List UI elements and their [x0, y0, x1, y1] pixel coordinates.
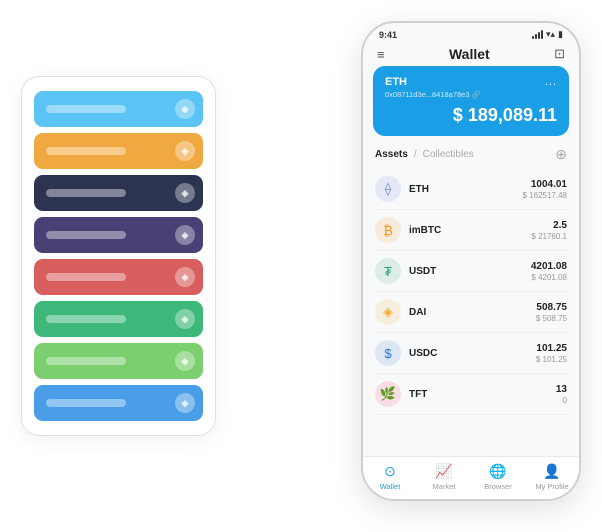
tab-assets[interactable]: Assets: [375, 149, 408, 160]
card-dot-icon: ◈: [175, 309, 195, 329]
wallet-eth-label: ETH: [385, 76, 407, 88]
asset-amounts: 101.25$ 101.25: [536, 343, 567, 364]
card-label-bar: [46, 105, 126, 113]
wallet-card: ETH ... 0x08711d3e...8418a78e3 🔗 $ 189,0…: [373, 66, 569, 136]
bottom-nav-label-3: My Profile: [535, 482, 568, 491]
asset-qty: 2.5: [531, 220, 567, 231]
bottom-nav-item-my-profile[interactable]: 👤 My Profile: [525, 463, 579, 491]
card-dot-icon: ◈: [175, 225, 195, 245]
nav-title: Wallet: [449, 46, 490, 62]
card-item-0[interactable]: ◈: [34, 91, 203, 127]
card-dot-icon: ◈: [175, 267, 195, 287]
asset-name-dai: DAI: [409, 307, 536, 318]
asset-icon-usdc: $: [375, 340, 401, 366]
card-item-3[interactable]: ◈: [34, 217, 203, 253]
phone-frame: 9:41 ▾▴ ▮ ≡ Wallet ⊡ ETH ...: [361, 21, 581, 501]
asset-icon-tft: 🌿: [375, 381, 401, 407]
asset-amounts: 4201.08$ 4201.08: [531, 261, 567, 282]
asset-name-imbtc: imBTC: [409, 225, 531, 236]
card-dot-icon: ◈: [175, 393, 195, 413]
asset-usd: $ 101.25: [536, 355, 567, 364]
battery-icon: ▮: [558, 29, 563, 40]
wallet-balance: $ 189,089.11: [385, 105, 557, 126]
card-dot-icon: ◈: [175, 141, 195, 161]
asset-name-eth: ETH: [409, 184, 523, 195]
asset-name-usdt: USDT: [409, 266, 531, 277]
card-dot-icon: ◈: [175, 351, 195, 371]
assets-tabs: Assets / Collectibles: [375, 149, 474, 160]
bottom-nav-icon-1: 📈: [435, 463, 452, 480]
card-item-6[interactable]: ◈: [34, 343, 203, 379]
nav-bar: ≡ Wallet ⊡: [363, 42, 579, 66]
bottom-nav-item-market[interactable]: 📈 Market: [417, 463, 471, 491]
asset-row[interactable]: $ USDC101.25$ 101.25: [373, 333, 569, 374]
bottom-nav-item-wallet[interactable]: ⊙ Wallet: [363, 463, 417, 491]
card-label-bar: [46, 147, 126, 155]
asset-icon-eth: ⟠: [375, 176, 401, 202]
tab-collectibles[interactable]: Collectibles: [423, 149, 474, 160]
bottom-nav-label-2: Browser: [484, 482, 512, 491]
asset-row[interactable]: ₿ imBTC2.5$ 21760.1: [373, 210, 569, 251]
bottom-nav-icon-3: 👤: [543, 463, 560, 480]
tab-divider: /: [414, 149, 417, 160]
bottom-nav-icon-2: 🌐: [489, 463, 506, 480]
asset-usd: $ 508.75: [536, 314, 567, 323]
asset-row[interactable]: ₮ USDT4201.08$ 4201.08: [373, 251, 569, 292]
asset-usd: $ 4201.08: [531, 273, 567, 282]
add-asset-button[interactable]: ⊕: [555, 146, 567, 163]
asset-amounts: 508.75$ 508.75: [536, 302, 567, 323]
status-icons: ▾▴ ▮: [532, 29, 563, 40]
card-item-5[interactable]: ◈: [34, 301, 203, 337]
card-item-1[interactable]: ◈: [34, 133, 203, 169]
asset-usd: $ 21760.1: [531, 232, 567, 241]
card-label-bar: [46, 273, 126, 281]
asset-usd: 0: [556, 396, 567, 405]
asset-qty: 4201.08: [531, 261, 567, 272]
card-label-bar: [46, 315, 126, 323]
status-bar: 9:41 ▾▴ ▮: [363, 23, 579, 42]
asset-icon-imbtc: ₿: [375, 217, 401, 243]
card-label-bar: [46, 231, 126, 239]
asset-qty: 101.25: [536, 343, 567, 354]
asset-list: ⟠ ETH1004.01$ 162517.48 ₿ imBTC2.5$ 21760.1…: [363, 169, 579, 456]
bottom-nav: ⊙ Wallet 📈 Market 🌐 Browser 👤 My Profile: [363, 456, 579, 499]
bottom-nav-label-0: Wallet: [380, 482, 401, 491]
status-time: 9:41: [379, 30, 397, 40]
assets-header: Assets / Collectibles ⊕: [363, 144, 579, 169]
asset-amounts: 2.5$ 21760.1: [531, 220, 567, 241]
signal-bars-icon: [532, 30, 543, 39]
asset-qty: 508.75: [536, 302, 567, 313]
asset-icon-usdt: ₮: [375, 258, 401, 284]
scene: ◈ ◈ ◈ ◈ ◈ ◈ ◈ ◈ 9:41 ▾▴ ▮ ≡ Wallet ⊡: [21, 21, 581, 511]
scan-icon[interactable]: ⊡: [554, 46, 565, 62]
bottom-nav-label-1: Market: [433, 482, 456, 491]
card-label-bar: [46, 357, 126, 365]
asset-qty: 13: [556, 384, 567, 395]
wifi-icon: ▾▴: [546, 29, 555, 40]
asset-name-usdc: USDC: [409, 348, 536, 359]
card-item-4[interactable]: ◈: [34, 259, 203, 295]
wallet-more-icon[interactable]: ...: [545, 76, 557, 88]
card-stack: ◈ ◈ ◈ ◈ ◈ ◈ ◈ ◈: [21, 76, 216, 436]
asset-amounts: 130: [556, 384, 567, 405]
card-dot-icon: ◈: [175, 183, 195, 203]
card-label-bar: [46, 399, 126, 407]
asset-row[interactable]: ◈ DAI508.75$ 508.75: [373, 292, 569, 333]
bottom-nav-icon-0: ⊙: [384, 463, 396, 480]
asset-name-tft: TFT: [409, 389, 556, 400]
asset-icon-dai: ◈: [375, 299, 401, 325]
asset-row[interactable]: 🌿 TFT130: [373, 374, 569, 415]
menu-icon[interactable]: ≡: [377, 47, 385, 62]
asset-amounts: 1004.01$ 162517.48: [523, 179, 568, 200]
asset-usd: $ 162517.48: [523, 191, 568, 200]
card-label-bar: [46, 189, 126, 197]
wallet-address: 0x08711d3e...8418a78e3 🔗: [385, 90, 557, 99]
asset-row[interactable]: ⟠ ETH1004.01$ 162517.48: [373, 169, 569, 210]
card-dot-icon: ◈: [175, 99, 195, 119]
card-item-7[interactable]: ◈: [34, 385, 203, 421]
asset-qty: 1004.01: [523, 179, 568, 190]
card-item-2[interactable]: ◈: [34, 175, 203, 211]
bottom-nav-item-browser[interactable]: 🌐 Browser: [471, 463, 525, 491]
